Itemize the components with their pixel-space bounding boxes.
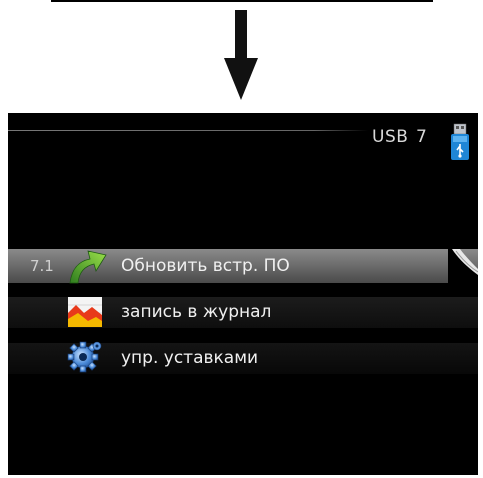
chart-icon — [68, 297, 102, 327]
gear-icon — [67, 341, 102, 373]
menu-item-number: 7.1 — [30, 257, 54, 275]
page-curl-icon — [448, 249, 478, 283]
device-screen: USB 7 7.1 Обновить встр. ПО запись в жур… — [8, 113, 478, 475]
menu-item-label: упр. уставками — [121, 348, 259, 368]
header-divider — [8, 130, 368, 131]
header-title: USB — [372, 127, 409, 147]
menu-item-label: Обновить встр. ПО — [121, 256, 290, 276]
menu-item-label: запись в журнал — [121, 302, 272, 322]
menu-item-settings-management[interactable]: упр. уставками — [8, 341, 478, 374]
green-arrow-icon — [69, 250, 107, 284]
header-menu-number: 7 — [416, 127, 427, 147]
menu-item-logging[interactable]: запись в журнал — [8, 297, 478, 328]
usb-drive-icon — [451, 123, 469, 160]
down-arrow-icon — [224, 10, 258, 100]
menu-item-firmware-update[interactable]: 7.1 Обновить встр. ПО — [8, 249, 478, 284]
